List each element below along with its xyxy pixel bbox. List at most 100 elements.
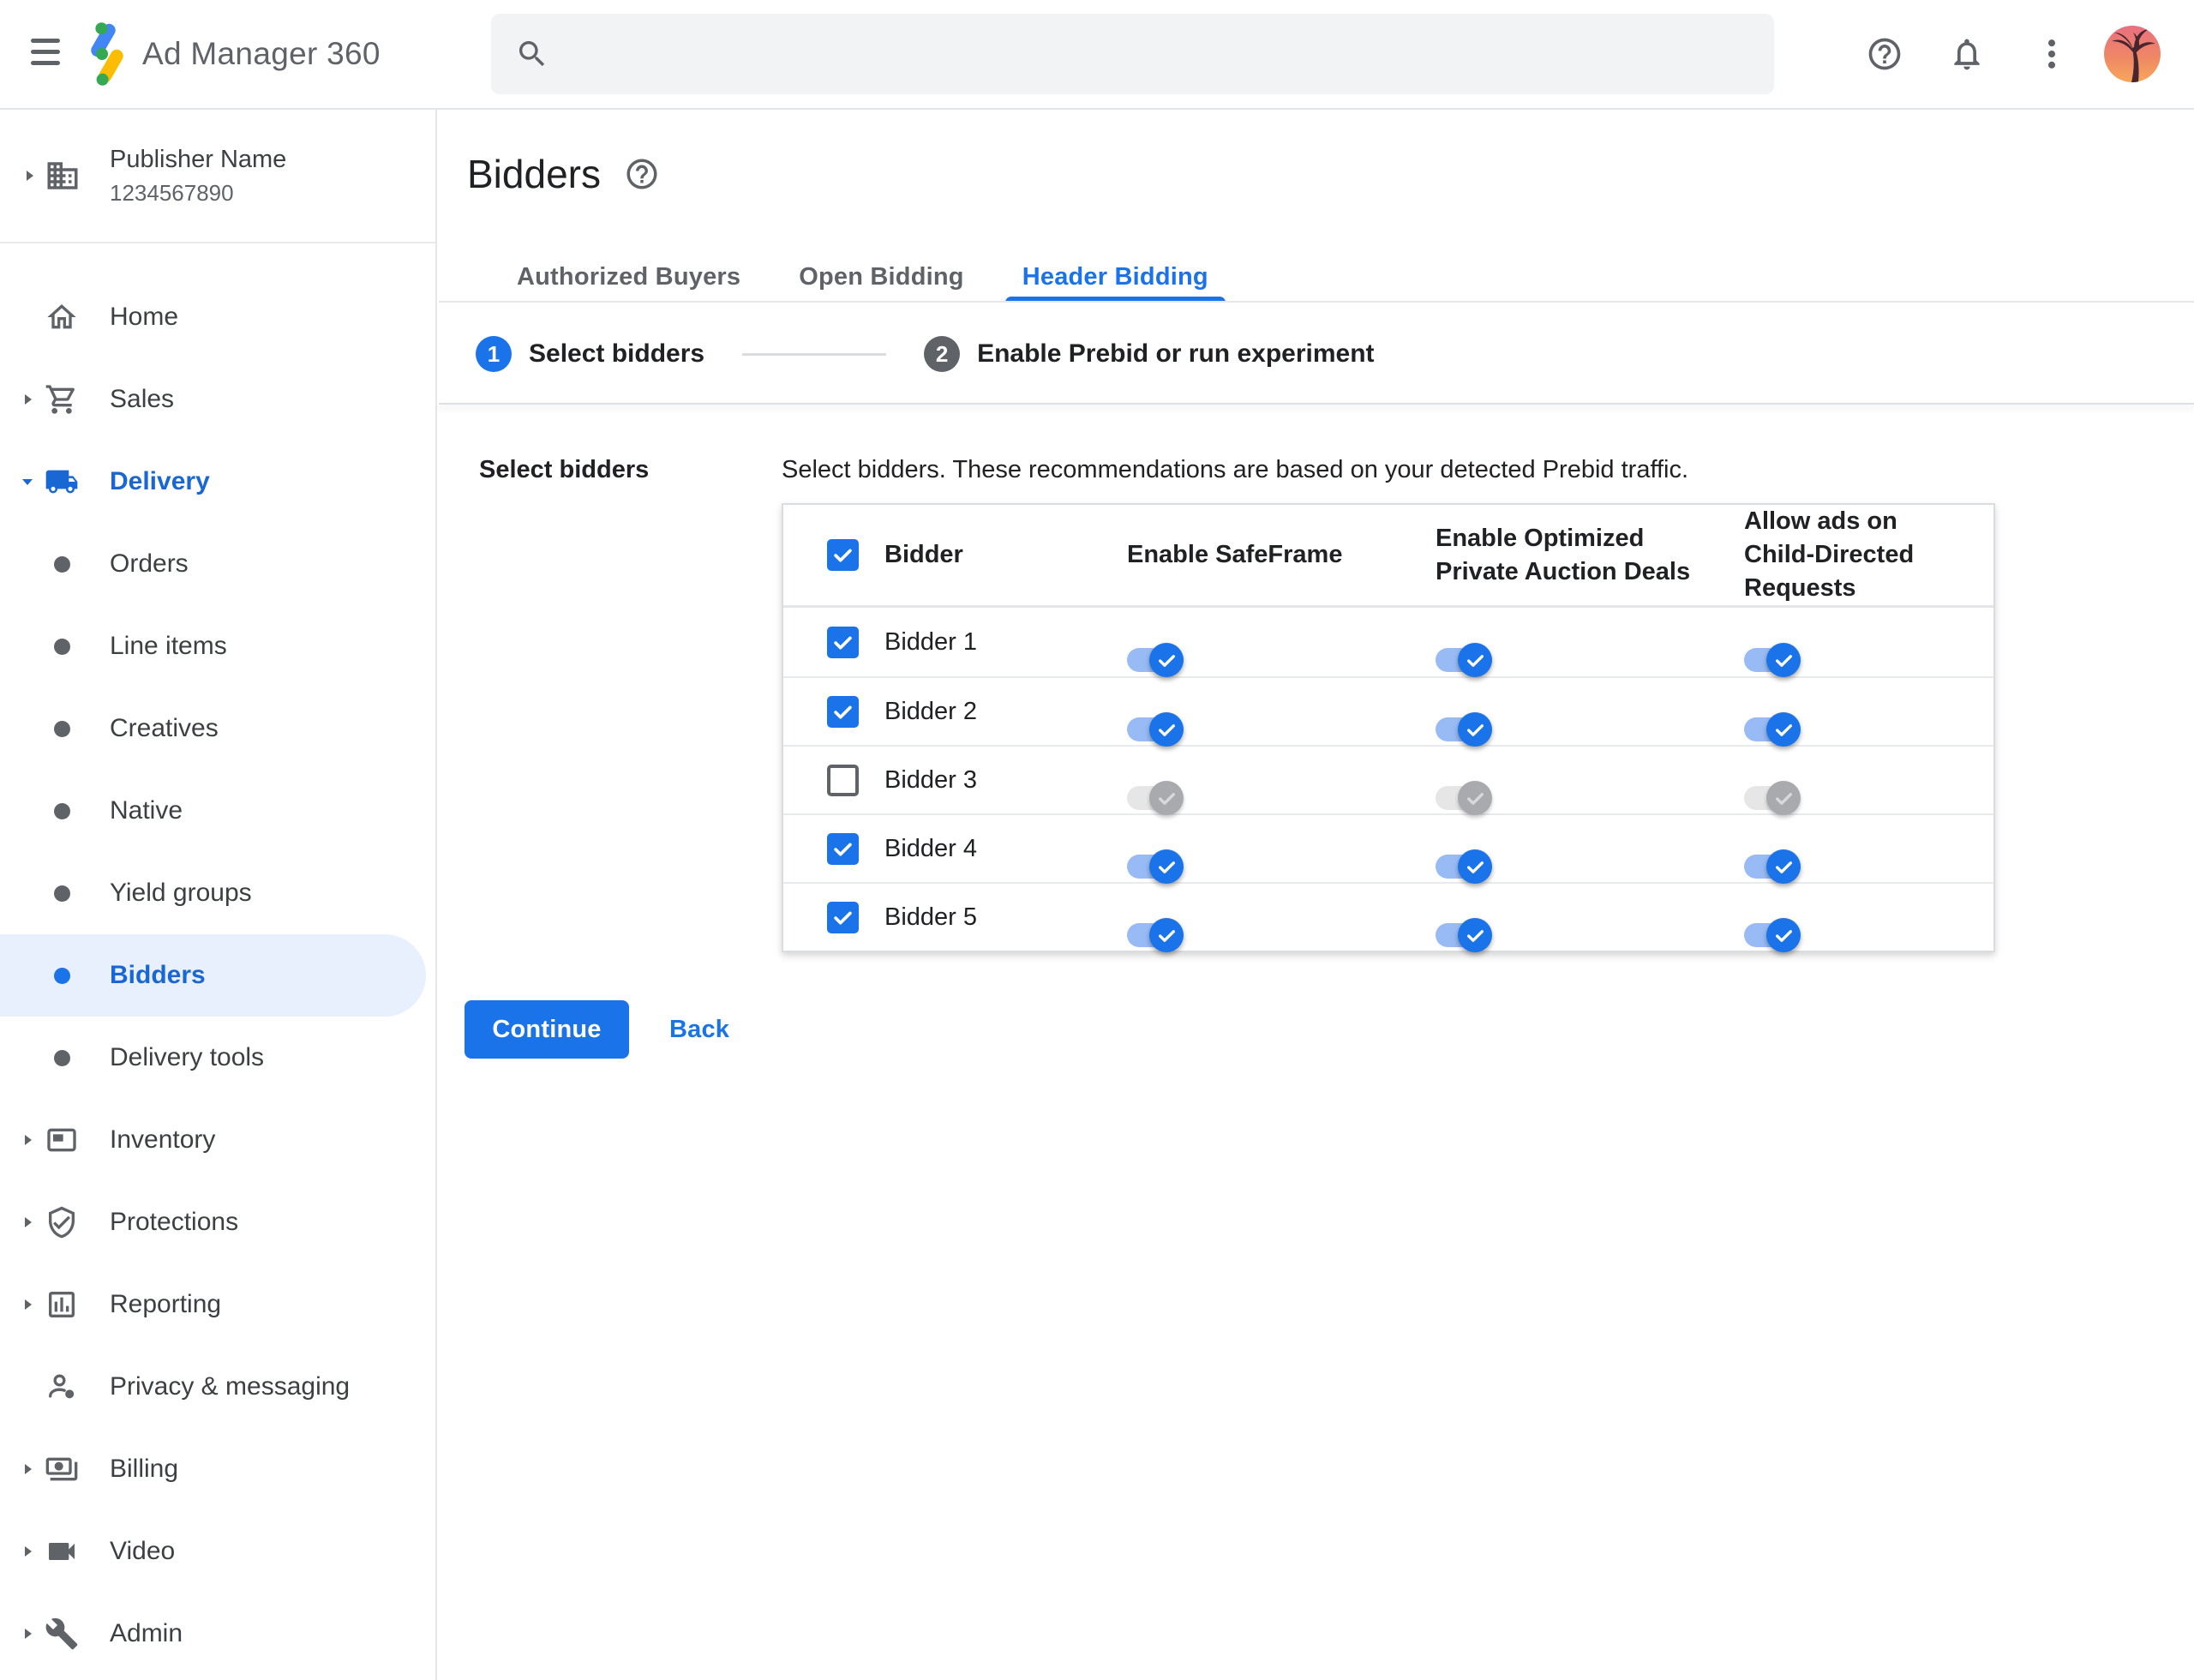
sidebar-item-video[interactable]: Video <box>0 1510 435 1593</box>
help-icon[interactable] <box>1866 35 1903 73</box>
search-bar[interactable] <box>491 14 1774 94</box>
column-header-bidder: Bidder <box>884 541 963 568</box>
chevron-down-icon[interactable] <box>19 473 36 490</box>
sidebar-item-label: Delivery <box>110 467 210 495</box>
tab-bar: Authorized Buyers Open Bidding Header Bi… <box>488 252 1238 303</box>
publisher-name: Publisher Name <box>110 145 287 173</box>
sidebar-item-admin[interactable]: Admin <box>0 1593 435 1675</box>
bullet-icon <box>54 802 70 819</box>
tab-header-bidding[interactable]: Header Bidding <box>993 252 1238 303</box>
sidebar-item-label: Creatives <box>110 714 219 742</box>
chevron-right-icon[interactable] <box>19 1131 36 1149</box>
chevron-right-icon[interactable] <box>19 1461 36 1478</box>
sidebar-item-label: Inventory <box>110 1125 216 1154</box>
chevron-right-icon[interactable] <box>21 167 38 184</box>
payments-icon <box>45 1452 79 1486</box>
top-app-bar: Ad Manager 360 <box>0 0 2194 110</box>
chevron-right-icon[interactable] <box>19 1296 36 1313</box>
account-avatar[interactable] <box>2104 26 2161 82</box>
menu-icon[interactable] <box>31 39 60 65</box>
sidebar-item-yield-groups[interactable]: Yield groups <box>0 852 435 934</box>
table-row: Bidder 5 <box>783 882 1993 952</box>
toggle-thumb <box>1458 643 1492 677</box>
palm-tree-icon <box>2112 29 2155 82</box>
bullet-icon <box>54 967 70 984</box>
toggle-thumb <box>1766 712 1801 747</box>
sidebar-item-orders[interactable]: Orders <box>0 523 435 605</box>
sidebar-item-delivery[interactable]: Delivery <box>0 441 435 523</box>
bullet-icon <box>54 1049 70 1066</box>
bullet-icon <box>54 885 70 902</box>
bidder-name: Bidder 4 <box>884 834 978 862</box>
row-checkbox[interactable] <box>827 832 859 865</box>
publisher-id: 1234567890 <box>110 179 234 206</box>
sidebar-item-creatives[interactable]: Creatives <box>0 687 435 770</box>
sidebar-item-delivery-tools[interactable]: Delivery tools <box>0 1017 435 1099</box>
search-input[interactable] <box>572 39 1774 69</box>
sidebar-item-label: Line items <box>110 632 227 660</box>
tab-authorized-buyers[interactable]: Authorized Buyers <box>488 252 770 303</box>
column-header-safeframe: Enable SafeFrame <box>1127 541 1343 568</box>
row-checkbox[interactable] <box>827 695 859 728</box>
sidebar-item-inventory[interactable]: Inventory <box>0 1099 435 1181</box>
publisher-selector[interactable]: Publisher Name 1234567890 <box>0 110 435 243</box>
sidebar-item-label: Reporting <box>110 1290 222 1318</box>
sidebar-item-billing[interactable]: Billing <box>0 1428 435 1510</box>
stepper-divider <box>439 403 2194 405</box>
toggle-thumb <box>1149 918 1184 952</box>
sidebar-item-label: Admin <box>110 1619 183 1647</box>
sidebar-item-label: Orders <box>110 549 189 578</box>
toggle-thumb <box>1458 918 1492 952</box>
toggle-thumb <box>1149 849 1184 884</box>
chevron-right-icon[interactable] <box>19 1543 36 1560</box>
chevron-right-icon[interactable] <box>19 1625 36 1642</box>
sidebar-item-home[interactable]: Home <box>0 276 435 358</box>
step-2-indicator: 2 <box>924 336 961 372</box>
sidebar-item-protections[interactable]: Protections <box>0 1181 435 1263</box>
bidder-name: Bidder 3 <box>884 765 978 794</box>
table-row: Bidder 1 <box>783 608 1993 677</box>
app-title: Ad Manager 360 <box>142 36 381 71</box>
row-checkbox[interactable] <box>827 764 859 796</box>
main-content: Bidders Authorized Buyers Open Bidding H… <box>439 110 2194 1680</box>
back-button[interactable]: Back <box>664 1000 734 1059</box>
more-options-icon[interactable] <box>2033 35 2071 73</box>
row-checkbox[interactable] <box>827 626 859 658</box>
bullet-icon <box>54 555 70 573</box>
notifications-icon[interactable] <box>1948 35 1986 73</box>
bullet-icon <box>54 638 70 655</box>
bidders-table: Bidder Enable SafeFrame Enable Optimized… <box>782 503 1995 952</box>
page-help-icon[interactable] <box>624 156 660 192</box>
sidebar-item-label: Yield groups <box>110 879 252 907</box>
continue-button[interactable]: Continue <box>465 1000 629 1059</box>
cart-icon <box>45 382 79 417</box>
sidebar-item-native[interactable]: Native <box>0 770 435 852</box>
tabs-divider <box>439 301 2194 303</box>
tab-open-bidding[interactable]: Open Bidding <box>770 252 993 303</box>
step-connector <box>742 352 887 356</box>
row-checkbox[interactable] <box>827 901 859 933</box>
bidder-name: Bidder 5 <box>884 903 978 931</box>
videocam-icon <box>45 1534 79 1569</box>
toggle-thumb <box>1458 849 1492 884</box>
toggle-thumb <box>1149 712 1184 747</box>
sidebar-item-privacy-messaging[interactable]: Privacy & messaging <box>0 1346 435 1428</box>
sidebar-item-label: Native <box>110 796 183 825</box>
sidebar-item-reporting[interactable]: Reporting <box>0 1263 435 1346</box>
sidebar-item-sales[interactable]: Sales <box>0 358 435 441</box>
bullet-icon <box>54 720 70 737</box>
sidebar-item-label: Home <box>110 303 179 331</box>
chevron-right-icon[interactable] <box>19 1214 36 1231</box>
table-header-row: Bidder Enable SafeFrame Enable Optimized… <box>783 505 1993 608</box>
column-header-optimized-deals: Enable Optimized Private Auction Deals <box>1436 524 1691 585</box>
page-title: Bidders <box>467 152 601 196</box>
sidebar-item-label: Video <box>110 1537 176 1565</box>
chevron-right-icon[interactable] <box>19 391 36 408</box>
sidebar-item-bidders[interactable]: Bidders <box>0 934 426 1017</box>
truck-icon <box>45 465 79 499</box>
bidder-name: Bidder 2 <box>884 697 978 725</box>
select-all-checkbox[interactable] <box>827 539 859 571</box>
table-row: Bidder 4 <box>783 813 1993 884</box>
sidebar-item-line-items[interactable]: Line items <box>0 605 435 687</box>
person-icon <box>45 1370 79 1404</box>
